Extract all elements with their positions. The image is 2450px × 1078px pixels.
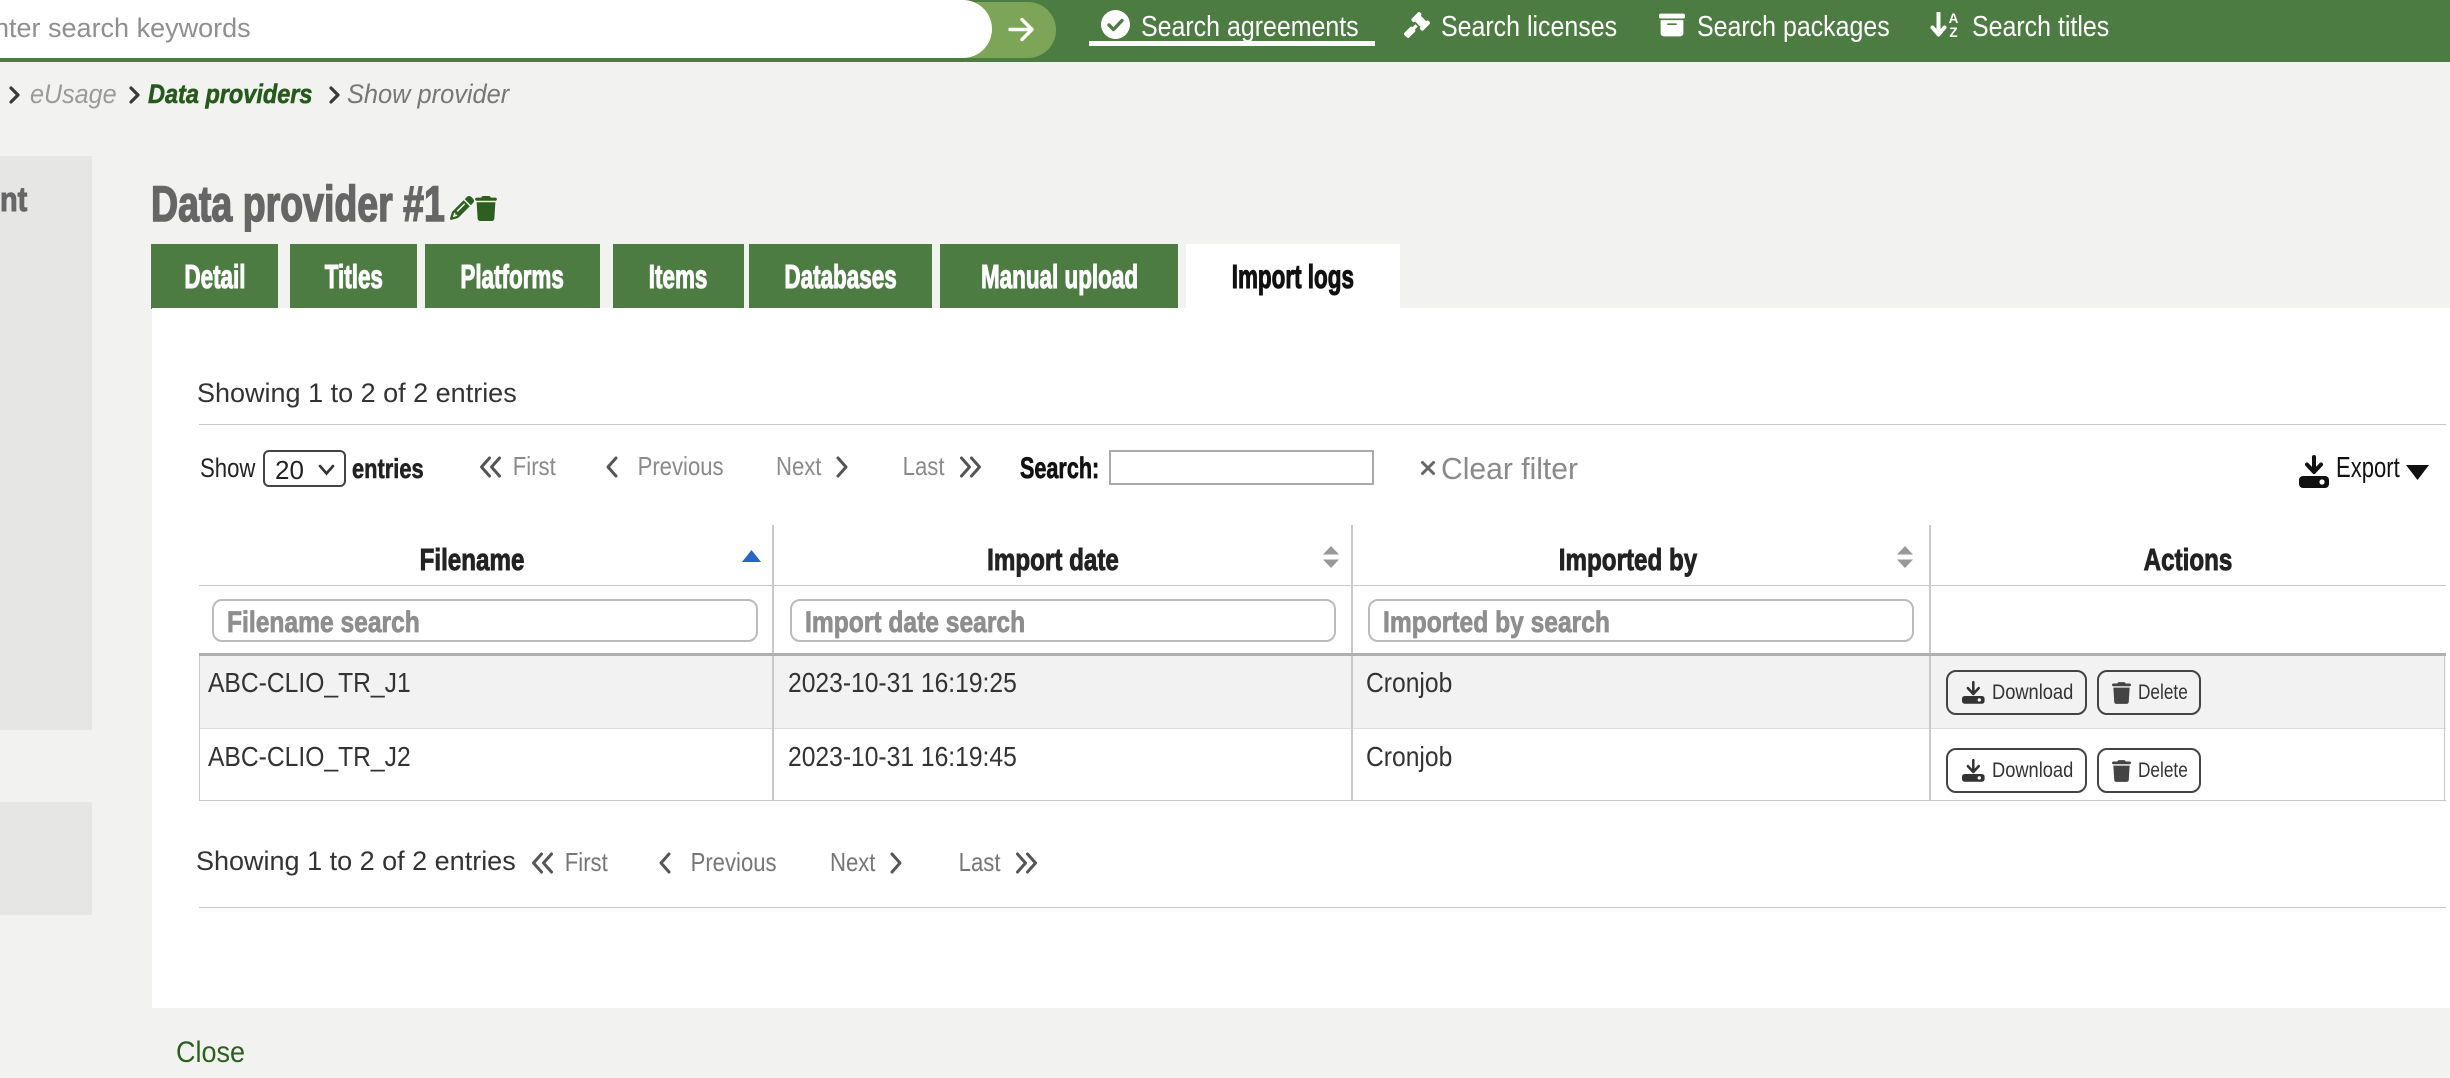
svg-text:Z: Z xyxy=(1949,25,1957,38)
svg-text:A: A xyxy=(1949,12,1959,26)
